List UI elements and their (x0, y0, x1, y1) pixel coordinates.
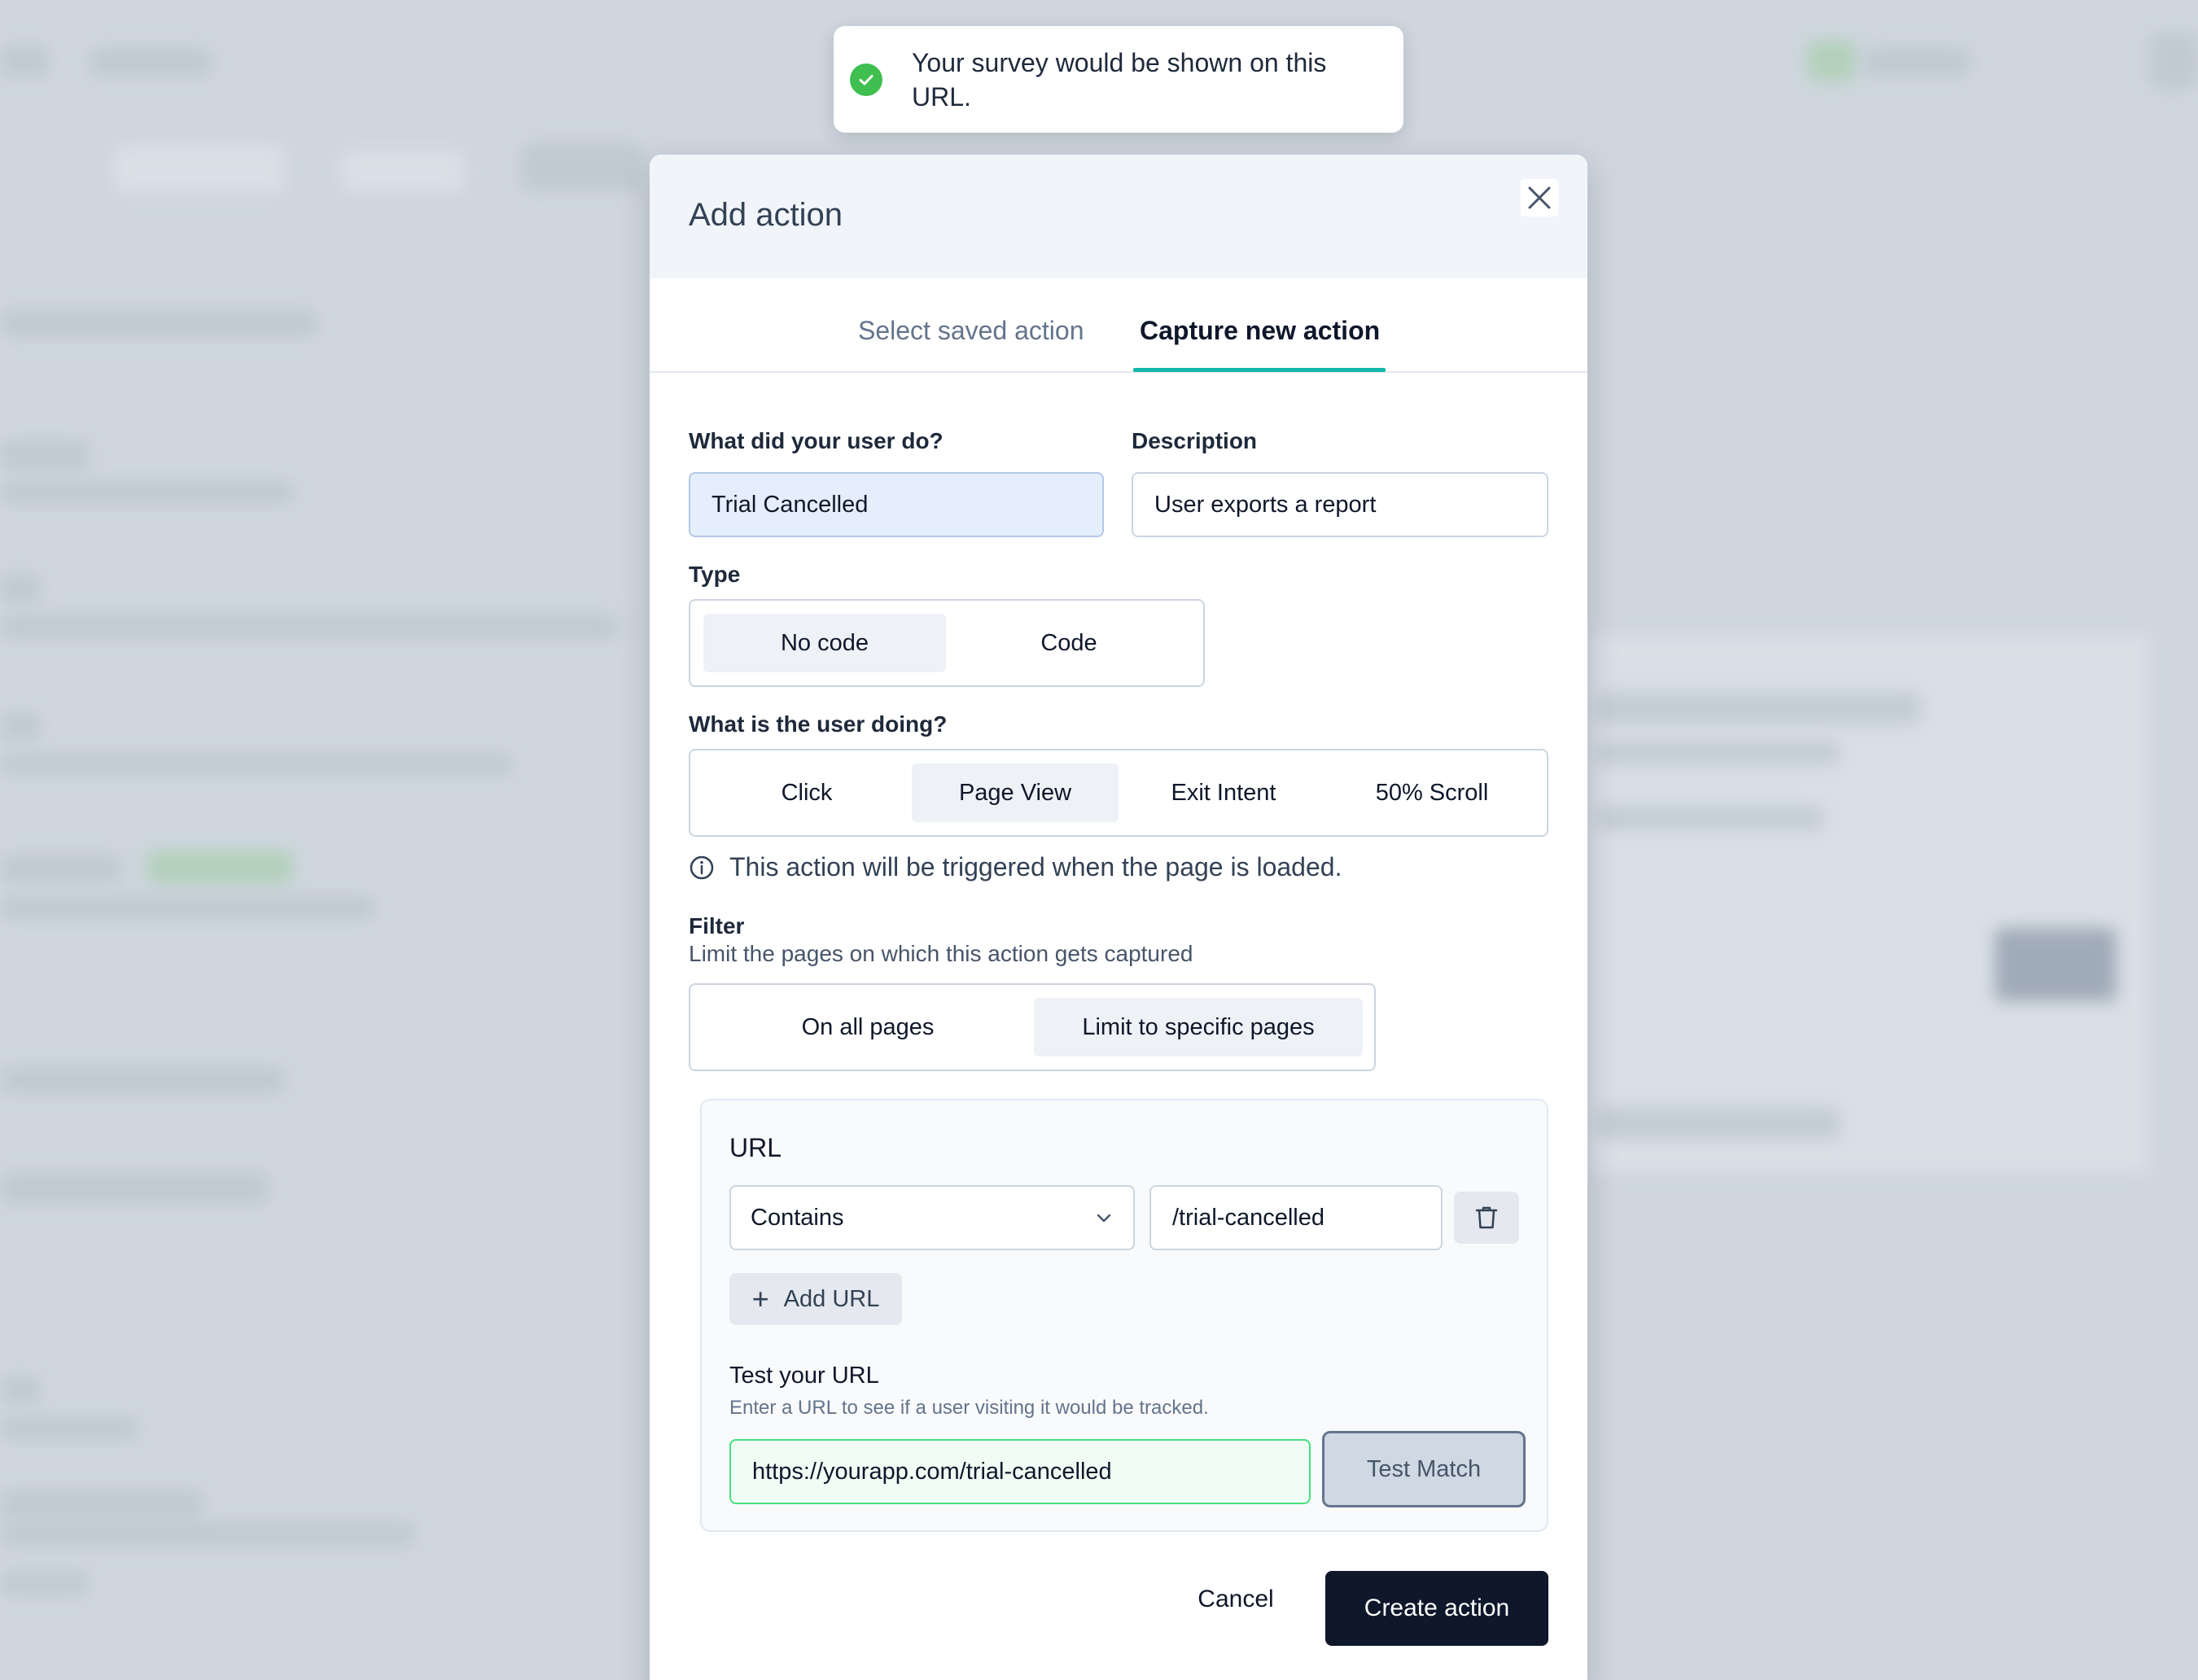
add-action-modal: Add action Select saved action Capture n… (650, 155, 1587, 1680)
filter-segmented-control: On all pages Limit to specific pages (689, 983, 1376, 1071)
check-circle-icon (850, 63, 882, 96)
plus-icon: + (751, 1282, 769, 1315)
trigger-option-exit-intent[interactable]: Exit Intent (1120, 763, 1327, 822)
toast-message: Your survey would be shown on this URL. (912, 47, 1327, 112)
trigger-segmented-control: Click Page View Exit Intent 50% Scroll (689, 749, 1548, 837)
filter-label: Filter (689, 913, 745, 938)
type-label: Type (689, 562, 741, 587)
trigger-info-text: This action will be triggered when the p… (729, 852, 1342, 882)
url-filter-panel: URL Contains /trial-cancelled + Add URL … (700, 1099, 1548, 1532)
close-icon (1528, 186, 1551, 209)
url-value-input[interactable]: /trial-cancelled (1149, 1185, 1443, 1250)
test-url-title: Test your URL (729, 1363, 879, 1389)
modal-header: Add action (650, 155, 1587, 278)
tab-capture-new-action[interactable]: Capture new action (1140, 316, 1380, 346)
close-button[interactable] (1521, 179, 1558, 217)
type-segmented-control: No code Code (689, 599, 1205, 687)
trigger-option-scroll[interactable]: 50% Scroll (1329, 763, 1535, 822)
add-url-label: Add URL (783, 1285, 880, 1312)
type-option-no-code[interactable]: No code (703, 614, 946, 672)
type-option-code[interactable]: Code (948, 614, 1190, 672)
cancel-button[interactable]: Cancel (1171, 1571, 1301, 1628)
tab-select-saved-action[interactable]: Select saved action (858, 316, 1084, 346)
trash-icon (1475, 1206, 1498, 1229)
filter-option-specific-pages[interactable]: Limit to specific pages (1034, 998, 1363, 1057)
description-input[interactable]: User exports a report (1132, 472, 1548, 537)
active-tab-indicator (1133, 368, 1386, 372)
action-name-label: What did your user do? (689, 428, 944, 453)
tab-bar: Select saved action Capture new action (650, 278, 1587, 373)
filter-option-all-pages[interactable]: On all pages (703, 998, 1032, 1057)
toast-notification: Your survey would be shown on this URL. (834, 26, 1403, 133)
test-url-description: Enter a URL to see if a user visiting it… (729, 1397, 1209, 1419)
filter-description: Limit the pages on which this action get… (689, 941, 1193, 966)
action-name-input[interactable]: Trial Cancelled (689, 472, 1104, 537)
url-match-type-select[interactable]: Contains (729, 1185, 1135, 1250)
user-doing-label: What is the user doing? (689, 711, 948, 737)
delete-url-button[interactable] (1454, 1192, 1519, 1244)
trigger-option-page-view[interactable]: Page View (912, 763, 1119, 822)
trigger-info: This action will be triggered when the p… (689, 852, 1342, 882)
test-match-button[interactable]: Test Match (1322, 1431, 1526, 1507)
url-match-type-value: Contains (751, 1204, 844, 1231)
chevron-down-icon (1097, 1214, 1111, 1223)
trigger-option-click[interactable]: Click (703, 763, 910, 822)
create-action-button[interactable]: Create action (1325, 1571, 1548, 1646)
info-icon (690, 855, 714, 879)
add-url-button[interactable]: + Add URL (729, 1273, 902, 1325)
description-label: Description (1132, 428, 1258, 453)
modal-title: Add action (689, 197, 843, 233)
url-section-title: URL (729, 1133, 782, 1162)
test-url-input[interactable]: https://yourapp.com/trial-cancelled (729, 1439, 1311, 1504)
